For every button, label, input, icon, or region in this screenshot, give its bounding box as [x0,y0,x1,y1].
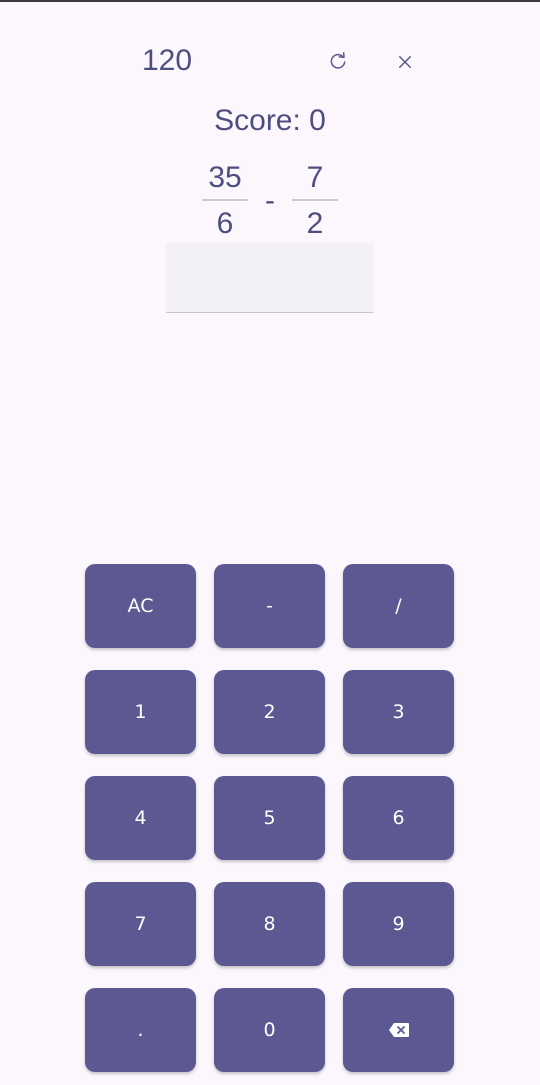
key-label: 9 [392,913,405,935]
digit-0-key[interactable]: 0 [214,988,325,1072]
minus-key[interactable]: - [214,564,325,648]
right-numerator: 7 [306,161,324,194]
key-label: 6 [392,807,405,829]
fraction-bar [292,199,338,201]
digit-9-key[interactable]: 9 [343,882,454,966]
key-label: 3 [392,701,405,723]
slash-key[interactable]: / [343,564,454,648]
digit-3-key[interactable]: 3 [343,670,454,754]
key-label: 5 [263,807,276,829]
key-label: 7 [134,913,147,935]
operator: - [265,184,275,217]
key-label: - [266,595,273,617]
restart-icon [330,52,346,69]
key-label: 2 [263,701,276,723]
clear-key[interactable]: AC [85,564,196,648]
digit-5-key[interactable]: 5 [214,776,325,860]
digit-4-key[interactable]: 4 [85,776,196,860]
key-label: 1 [134,701,147,723]
decimal-key[interactable]: . [85,988,196,1072]
digit-6-key[interactable]: 6 [343,776,454,860]
key-label: . [137,1019,144,1041]
right-fraction: 7 2 [292,159,338,243]
digit-1-key[interactable]: 1 [85,670,196,754]
digit-2-key[interactable]: 2 [214,670,325,754]
restart-button[interactable] [318,42,358,82]
close-button[interactable] [385,42,425,82]
backspace-key[interactable] [343,988,454,1072]
key-label: AC [127,595,154,617]
keypad: AC - / 1 2 3 4 5 6 7 8 9 . 0 [85,564,455,1072]
left-numerator: 35 [208,161,242,194]
key-label: 8 [263,913,276,935]
digit-7-key[interactable]: 7 [85,882,196,966]
backspace-icon [388,1023,409,1037]
digit-8-key[interactable]: 8 [214,882,325,966]
right-denominator: 2 [306,207,324,240]
score-label: Score: 0 [214,104,326,137]
key-label: 4 [134,807,147,829]
close-icon [399,56,411,68]
key-label: / [395,595,402,617]
answer-input[interactable] [166,243,373,313]
fraction-bar [202,199,248,201]
key-label: 0 [263,1019,276,1041]
left-denominator: 6 [216,207,234,240]
timer: 120 [142,44,193,77]
left-fraction: 35 6 [202,159,248,243]
